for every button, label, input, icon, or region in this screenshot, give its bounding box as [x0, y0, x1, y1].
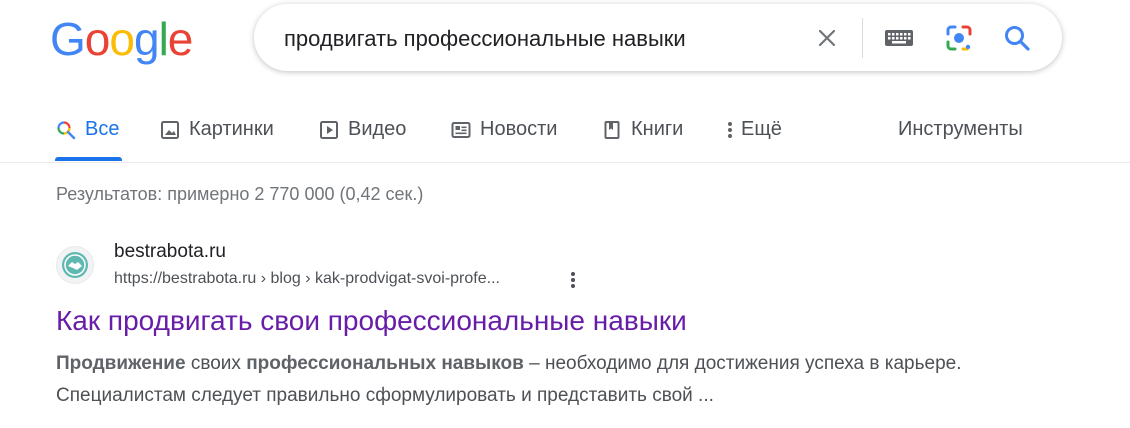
tab-all[interactable]: Все [55, 108, 119, 163]
more-vert-icon[interactable] [563, 268, 583, 292]
tab-label: Видео [348, 118, 407, 140]
logo-letter: o [84, 13, 111, 65]
tab-label: Книги [631, 118, 684, 140]
logo-letter: g [133, 13, 160, 65]
logo-letter: G [50, 13, 86, 65]
snippet-highlight: Продвижение [56, 353, 186, 374]
tab-label: Новости [480, 118, 558, 140]
snippet-highlight: профессиональных навыков [246, 353, 524, 374]
tab-label: Картинки [189, 118, 274, 140]
google-lens-icon[interactable] [944, 23, 974, 53]
close-icon[interactable] [812, 23, 842, 53]
search-icon [55, 119, 77, 141]
search-input[interactable] [284, 25, 804, 53]
play-icon [318, 119, 340, 141]
image-icon [159, 119, 181, 141]
search-icon[interactable] [1002, 23, 1032, 53]
search-tabs: Все Картинки Видео Новости Книги Ещё Инс… [0, 108, 1130, 163]
more-vert-icon [723, 119, 737, 141]
tab-images[interactable]: Картинки [159, 108, 274, 163]
result-title-link[interactable]: Как продвигать свои профессиональные нав… [56, 305, 687, 337]
keyboard-icon[interactable] [884, 23, 914, 53]
book-icon [601, 119, 623, 141]
news-icon [450, 119, 472, 141]
result-site-name[interactable]: bestrabota.ru [114, 241, 226, 263]
logo-letter: o [109, 13, 135, 65]
result-url[interactable]: https://bestrabota.ru › blog › kak-prodv… [114, 270, 500, 288]
logo-letter: e [167, 13, 194, 65]
tools-label: Инструменты [898, 118, 1023, 140]
result-snippet: Продвижение своих профессиональных навык… [56, 348, 976, 412]
tab-news[interactable]: Новости [450, 108, 557, 163]
active-tab-indicator [55, 157, 122, 161]
tab-label: Ещё [741, 118, 782, 140]
search-results-page: Google продвигать профессиональные навык… [0, 0, 1130, 428]
result-stats: Результатов: примерно 2 770 000 (0,42 се… [56, 184, 424, 204]
google-logo[interactable]: Google [50, 13, 194, 65]
tab-more[interactable]: Ещё [723, 108, 782, 163]
search-box [254, 4, 1062, 71]
snippet-text: своих [185, 353, 247, 374]
tab-books[interactable]: Книги [601, 108, 683, 163]
tools-button[interactable]: Инструменты [898, 108, 1023, 163]
tab-video[interactable]: Видео [318, 108, 406, 163]
site-favicon[interactable] [56, 246, 94, 284]
logo-letter: l [158, 13, 169, 65]
divider [862, 18, 863, 58]
tab-label: Все [85, 118, 120, 140]
